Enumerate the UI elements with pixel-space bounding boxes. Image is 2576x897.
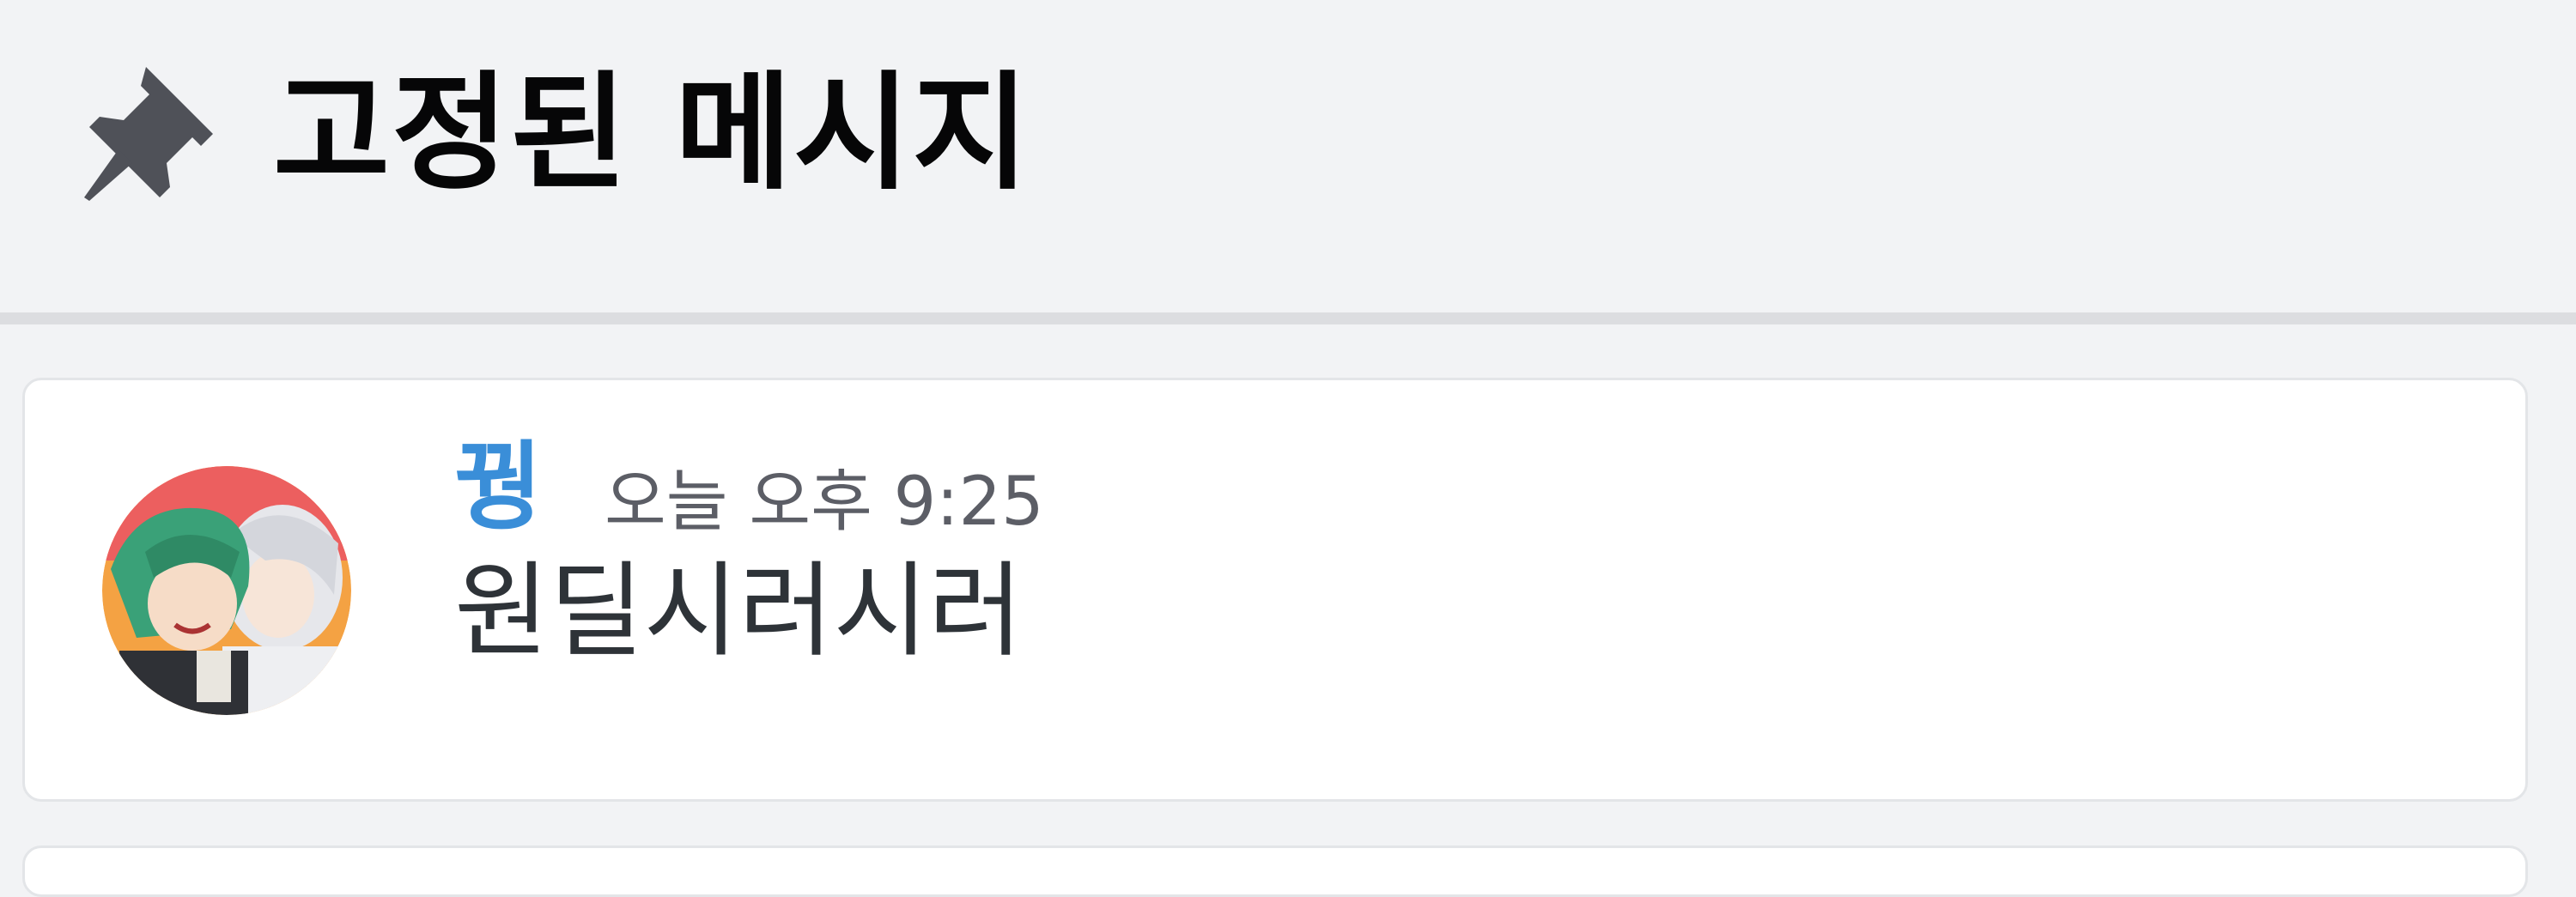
pinned-message-card[interactable]: 꿩 오늘 오후 9:25 원딜시러시러 bbox=[22, 378, 2528, 802]
pinned-messages-header: 고정된 메시지 bbox=[0, 0, 2576, 312]
message-author[interactable]: 꿩 bbox=[454, 432, 543, 543]
pinned-message-card[interactable] bbox=[22, 845, 2528, 897]
pin-icon bbox=[84, 67, 213, 201]
message-content: 원딜시러시러 bbox=[454, 552, 1024, 671]
page-title: 고정된 메시지 bbox=[273, 59, 1031, 207]
header-divider bbox=[0, 312, 2576, 324]
avatar[interactable] bbox=[102, 466, 351, 715]
message-timestamp: 오늘 오후 9:25 bbox=[605, 464, 1044, 541]
pinned-messages-panel: 고정된 메시지 꿩 오늘 오후 9:25 원딜시러시러 bbox=[0, 0, 2576, 897]
